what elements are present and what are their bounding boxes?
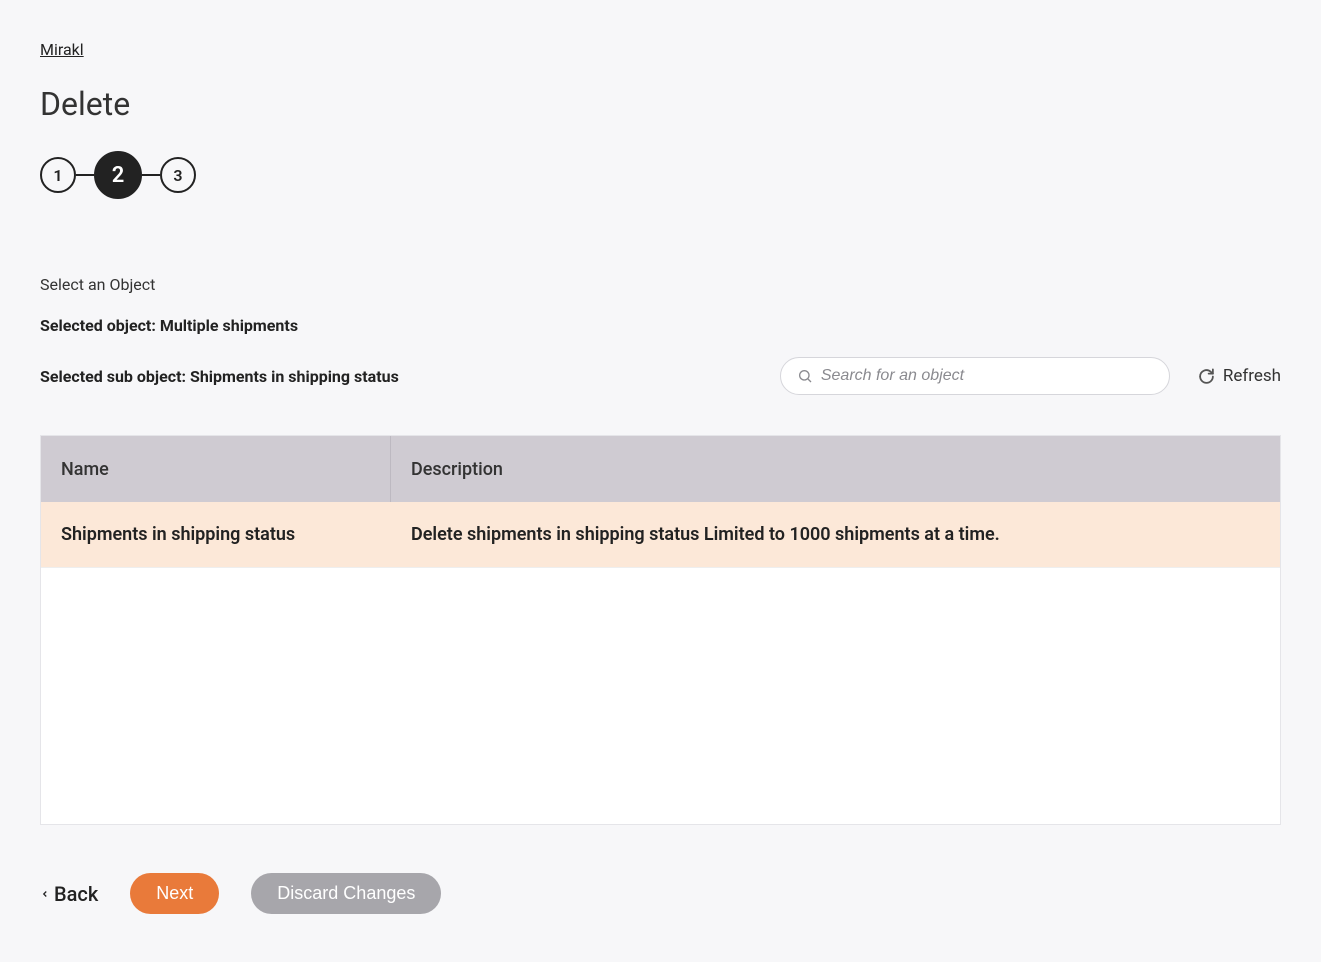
select-object-label: Select an Object	[40, 275, 1281, 294]
selected-sub-prefix: Selected sub object:	[40, 367, 190, 386]
refresh-button[interactable]: Refresh	[1198, 366, 1281, 386]
search-icon	[797, 368, 813, 384]
breadcrumb: Mirakl	[40, 40, 1281, 59]
footer-actions: Back Next Discard Changes	[40, 873, 1281, 914]
refresh-label: Refresh	[1223, 366, 1281, 386]
selected-object-line: Selected object: Multiple shipments	[40, 316, 1281, 335]
search-input[interactable]	[821, 367, 1153, 385]
cell-description: Delete shipments in shipping status Limi…	[391, 524, 1280, 545]
chevron-left-icon	[40, 887, 50, 901]
table-header: Name Description	[41, 436, 1280, 502]
step-2[interactable]: 2	[94, 151, 142, 199]
breadcrumb-link-mirakl[interactable]: Mirakl	[40, 40, 84, 59]
next-button[interactable]: Next	[130, 873, 219, 914]
selected-object-value: Multiple shipments	[160, 316, 298, 335]
step-connector	[142, 174, 160, 176]
column-header-name: Name	[41, 436, 391, 502]
column-header-description: Description	[391, 459, 1280, 480]
discard-changes-button[interactable]: Discard Changes	[251, 873, 441, 914]
object-table: Name Description Shipments in shipping s…	[40, 435, 1281, 825]
page-title: Delete	[40, 85, 1281, 123]
step-connector	[76, 174, 94, 176]
step-1[interactable]: 1	[40, 157, 76, 193]
selected-object-prefix: Selected object:	[40, 316, 160, 335]
table-row[interactable]: Shipments in shipping status Delete ship…	[41, 502, 1280, 568]
selected-sub-value: Shipments in shipping status	[190, 367, 399, 386]
cell-name: Shipments in shipping status	[41, 524, 391, 545]
selected-sub-object-line: Selected sub object: Shipments in shippi…	[40, 367, 399, 386]
back-label: Back	[54, 882, 98, 906]
stepper: 1 2 3	[40, 151, 1281, 199]
search-box[interactable]	[780, 357, 1170, 395]
step-3[interactable]: 3	[160, 157, 196, 193]
back-button[interactable]: Back	[40, 882, 98, 906]
refresh-icon	[1198, 368, 1215, 385]
